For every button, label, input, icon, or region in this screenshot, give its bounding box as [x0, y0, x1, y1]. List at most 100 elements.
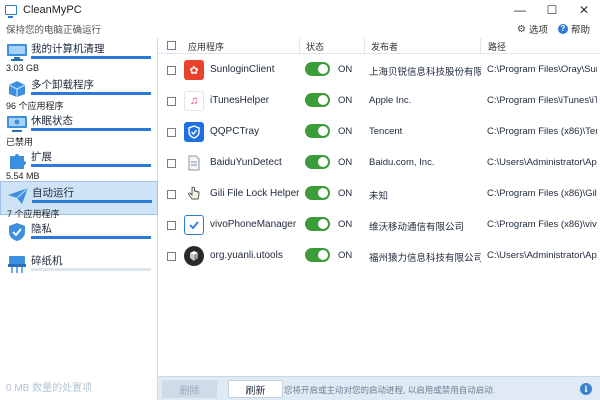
table-row[interactable]: Gili File Lock Helper ON 未知 C:\Program F… [158, 178, 600, 209]
sidebar-item-uninstaller[interactable]: 多个卸载程序 96 个应用程序 [0, 74, 158, 111]
progress-fill [31, 92, 151, 95]
table-row[interactable]: BaiduYunDetect ON Baidu.com, Inc. C:\Use… [158, 147, 600, 178]
column-divider[interactable] [364, 38, 365, 54]
app-name: Gili File Lock Helper [210, 188, 300, 199]
sidebar-item-autorun[interactable]: 自动运行 7 个应用程序 [0, 181, 158, 219]
sidebar-item-label: 隐私 [31, 223, 52, 235]
status-text: ON [338, 126, 353, 137]
progress-bar [31, 128, 151, 131]
close-button[interactable]: ✕ [568, 0, 600, 20]
status-toggle[interactable] [305, 62, 330, 76]
path: C:\Program Files (x86)\Tence... [487, 126, 597, 137]
sidebar-item-label: 扩展 [31, 151, 52, 163]
hand-cursor-glyph [188, 186, 200, 200]
status-text: ON [338, 250, 353, 261]
help-label: 帮助 [570, 25, 590, 36]
sidebar-item-label: 休眠状态 [31, 115, 73, 127]
tagline: 保持您的电脑正确运行 [6, 25, 102, 36]
row-checkbox[interactable] [167, 97, 176, 106]
row-checkbox[interactable] [167, 221, 176, 230]
bottom-bar: 删除 刷新 您将开启或主动对您的启动进程, 以启用或禁用自动启动. i [158, 376, 600, 400]
status-toggle[interactable] [305, 186, 330, 200]
help-link[interactable]: ? 帮助 [557, 22, 590, 36]
publisher: 上海贝锐信息科技股份有限公司 [369, 67, 481, 78]
status-text: ON [338, 95, 353, 106]
header-app[interactable]: 应用程序 [188, 40, 224, 53]
puzzle-icon [10, 154, 26, 169]
check-glyph [189, 221, 199, 230]
sidebar-item-extensions[interactable]: 扩展 5.54 MB [0, 146, 158, 181]
row-checkbox[interactable] [167, 66, 176, 75]
title-bar: CleanMyPC — ☐ ✕ [0, 0, 600, 20]
header-publisher[interactable]: 发布者 [371, 40, 398, 53]
sidebar-item-hibernate[interactable]: 休眠状态 已禁用 [0, 110, 158, 147]
monitor-sleep-icon [7, 116, 27, 132]
refresh-button[interactable]: 刷新 [228, 380, 283, 398]
row-checkbox[interactable] [167, 252, 176, 261]
shield-check-icon [184, 122, 204, 142]
document-icon [184, 153, 204, 173]
sidebar-item-cleanup[interactable]: 我的计算机清理 3.03 GB [0, 38, 158, 73]
path: C:\Program Files\iTunes\iTun... [487, 95, 597, 106]
autorun-table: 应用程序 状态 发布者 路径 ✿ SunloginClient ON 上海贝锐信… [158, 38, 600, 376]
progress-fill [31, 56, 151, 59]
progress-fill [32, 200, 152, 203]
status-toggle[interactable] [305, 93, 330, 107]
progress-bar [31, 164, 151, 167]
sidebar-item-label: 我的计算机清理 [31, 43, 105, 55]
sidebar-item-value: 5.54 MB [6, 171, 40, 181]
sidebar: 我的计算机清理 3.03 GB 多个卸载程序 96 个应用程序 休眠状态 已禁用… [0, 38, 158, 400]
progress-bar [32, 200, 152, 203]
app-name: QQPCTray [210, 126, 260, 137]
table-row[interactable]: ♫ iTunesHelper ON Apple Inc. C:\Program … [158, 85, 600, 116]
info-icon[interactable]: i [580, 383, 592, 395]
app-name: vivoPhoneManager [210, 219, 297, 230]
progress-fill [31, 128, 151, 131]
minimize-button[interactable]: — [504, 0, 536, 20]
status-text: ON [338, 157, 353, 168]
shredder-icon [8, 256, 26, 273]
app-name: org.yuanli.utools [210, 250, 283, 261]
app-title: CleanMyPC [23, 4, 82, 16]
row-checkbox[interactable] [167, 159, 176, 168]
status-toggle[interactable] [305, 155, 330, 169]
sidebar-item-shredder[interactable]: 碎纸机 [0, 250, 158, 284]
status-toggle[interactable] [305, 124, 330, 138]
row-checkbox[interactable] [167, 190, 176, 199]
sidebar-item-privacy[interactable]: 隐私 [0, 218, 158, 252]
window-controls: — ☐ ✕ [504, 0, 600, 20]
progress-bar [31, 56, 151, 59]
settings-link[interactable]: ⚙ 选项 [517, 22, 548, 37]
utools-icon [184, 246, 204, 266]
header-status[interactable]: 状态 [306, 40, 324, 53]
computer-icon [7, 44, 27, 61]
status-toggle[interactable] [305, 248, 330, 262]
select-all-checkbox[interactable] [167, 41, 176, 50]
table-row[interactable]: org.yuanli.utools ON 福州猿力信息科技有限公司 C:\Use… [158, 240, 600, 271]
publisher: 维沃移动通信有限公司 [369, 222, 465, 233]
table-row[interactable]: ✿ SunloginClient ON 上海贝锐信息科技股份有限公司 C:\Pr… [158, 54, 600, 85]
sidebar-footer: 0 MB 数量的处置项 [6, 383, 93, 394]
status-text: ON [338, 219, 353, 230]
status-text: ON [338, 64, 353, 75]
table-row[interactable]: QQPCTray ON Tencent C:\Program Files (x8… [158, 116, 600, 147]
document-glyph [188, 155, 200, 171]
row-checkbox[interactable] [167, 128, 176, 137]
package-icon [8, 81, 26, 97]
table-row[interactable]: vivoPhoneManager ON 维沃移动通信有限公司 C:\Progra… [158, 209, 600, 240]
delete-button[interactable]: 删除 [162, 380, 217, 398]
table-header: 应用程序 状态 发布者 路径 [158, 38, 600, 54]
column-divider[interactable] [480, 38, 481, 54]
status-toggle[interactable] [305, 217, 330, 231]
maximize-button[interactable]: ☐ [536, 0, 568, 20]
hand-cursor-icon [184, 184, 204, 204]
path: C:\Program Files\Oray\SunLo... [487, 64, 597, 75]
progress-fill [31, 236, 151, 239]
status-text: ON [338, 188, 353, 199]
header-path[interactable]: 路径 [488, 40, 506, 53]
publisher: Baidu.com, Inc. [369, 157, 435, 168]
app-name: BaiduYunDetect [210, 157, 282, 168]
shield-check-glyph [188, 125, 200, 139]
column-divider[interactable] [299, 38, 300, 54]
publisher: 福州猿力信息科技有限公司 [369, 253, 481, 264]
